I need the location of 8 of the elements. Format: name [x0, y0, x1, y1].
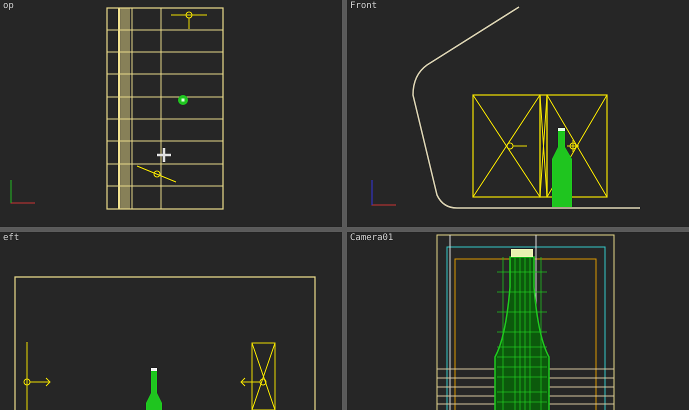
- viewport-label: eft: [3, 234, 20, 243]
- viewport[interactable]: Front: [347, 0, 689, 227]
- viewport-label: Camera01: [350, 234, 394, 243]
- viewport[interactable]: Camera01: [347, 232, 689, 410]
- viewport[interactable]: eft: [0, 232, 342, 410]
- viewport[interactable]: op: [0, 0, 342, 227]
- viewport-label: op: [3, 2, 14, 11]
- viewport-label: Front: [350, 2, 378, 11]
